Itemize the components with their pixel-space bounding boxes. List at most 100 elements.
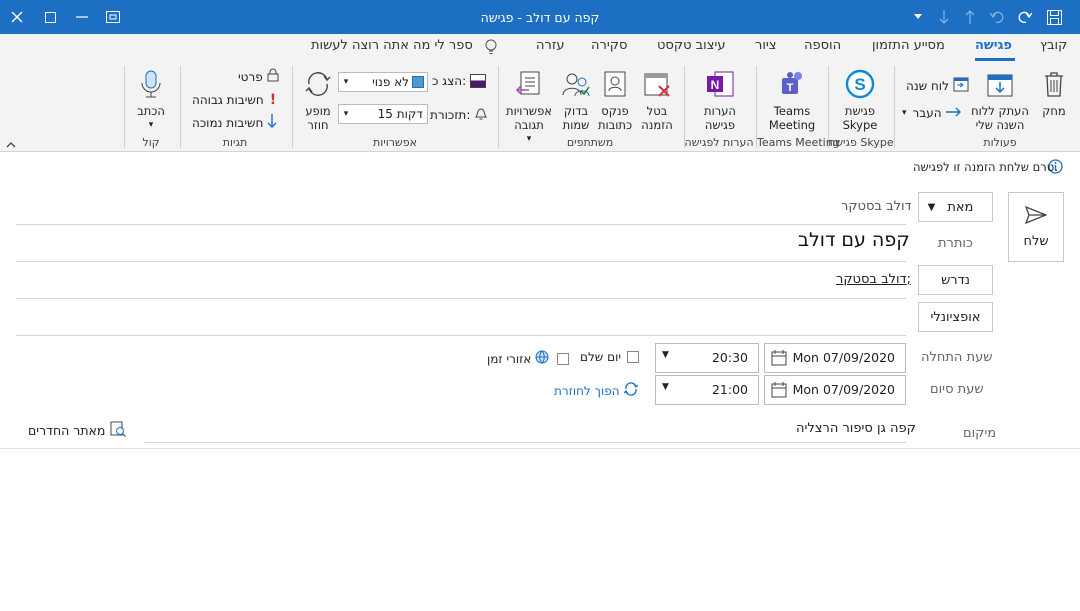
meeting-notes-button[interactable]: N הערות פגישה — [690, 66, 750, 132]
microphone-icon — [133, 66, 169, 102]
required-button[interactable]: נדרש — [918, 265, 993, 295]
make-recurring-link[interactable]: הפוך לחוזרת — [554, 382, 639, 399]
separator — [124, 66, 125, 148]
dictate-button[interactable]: הכתב ▾ — [128, 66, 174, 132]
group-teams-label: Teams Meeting — [757, 136, 840, 149]
address-book-button[interactable]: פנקס כתובות — [594, 66, 636, 132]
from-button[interactable]: ▼ מאת — [918, 192, 993, 222]
title-input[interactable]: קפה עם דולב — [798, 229, 910, 251]
group-actions-label: פעולות — [983, 136, 1017, 149]
save-icon[interactable] — [1040, 0, 1068, 34]
checkbox-icon — [557, 352, 570, 365]
high-importance-button[interactable]: חשיבות גבוהה ! — [192, 92, 276, 108]
up-arrow-icon[interactable] — [958, 0, 982, 34]
chevron-down-icon: ▼ — [662, 382, 669, 392]
maximize-button[interactable] — [34, 0, 66, 34]
tab-file[interactable]: קובץ — [1040, 38, 1067, 53]
send-icon — [1024, 205, 1048, 228]
reminder-label: תזכורת: — [430, 106, 488, 124]
skype-icon: S — [842, 66, 878, 102]
message-body[interactable] — [0, 450, 1080, 611]
qat-customize-icon[interactable] — [906, 0, 930, 34]
dropdown-icon: ▾ — [526, 134, 532, 144]
separator — [684, 66, 685, 148]
recurrence-icon — [300, 66, 336, 102]
location-input[interactable]: קפה גן סיפור הרצליה — [796, 421, 916, 436]
collapse-ribbon-icon[interactable] — [6, 138, 16, 152]
trash-icon — [1036, 66, 1072, 102]
info-message: טרם שלחת הזמנה זו לפגישה. — [913, 160, 1058, 174]
forward-button[interactable]: ▾ העבר — [902, 106, 962, 120]
calendar-icon — [771, 382, 787, 401]
address-book-icon — [597, 66, 633, 102]
send-button[interactable]: שלח — [1008, 192, 1064, 262]
minimize-button[interactable] — [66, 0, 98, 34]
group-options-label: אפשרויות — [373, 136, 417, 149]
active-tab-underline — [975, 58, 1015, 61]
chevron-down-icon: ▼ — [662, 350, 669, 360]
separator — [498, 66, 499, 148]
globe-icon — [535, 350, 549, 367]
undo-icon[interactable] — [984, 0, 1010, 34]
required-attendees[interactable]: דולב בסטקר; — [836, 272, 911, 287]
ribbon-tabs: קובץ פגישה מסייע התזמון הוספה ציור עיצוב… — [0, 34, 1080, 62]
start-date-picker[interactable]: Mon 07/09/2020 — [764, 343, 906, 373]
separator — [16, 224, 906, 225]
calendar-copy-icon — [982, 66, 1018, 102]
body-separator — [0, 448, 1080, 449]
down-arrow-icon[interactable] — [932, 0, 956, 34]
end-time-label: שעת סיום — [930, 382, 984, 397]
recurrence-button[interactable]: מופע חוזר — [298, 66, 338, 132]
close-button[interactable] — [0, 0, 34, 34]
copy-to-calendar-button[interactable]: העתק ללוח השנה שלי — [968, 66, 1032, 132]
restore-window-icon[interactable] — [98, 0, 128, 34]
end-time-picker[interactable]: ▼ 21:00 — [655, 375, 759, 405]
tab-review[interactable]: סקירה — [591, 38, 627, 53]
lock-icon — [267, 68, 279, 85]
low-importance-button[interactable]: חשיבות נמוכה — [192, 114, 277, 131]
separator — [16, 261, 906, 262]
redo-icon[interactable] — [1012, 0, 1038, 34]
tab-scheduling[interactable]: מסייע התזמון — [872, 38, 945, 53]
all-day-checkbox[interactable]: יום שלם — [580, 350, 640, 364]
start-time-picker[interactable]: ▼ 20:30 — [655, 343, 759, 373]
room-finder-button[interactable]: מאתר החדרים — [28, 421, 127, 440]
delete-button[interactable]: מחק — [1034, 66, 1074, 118]
separator — [756, 66, 757, 148]
forward-dropdown-icon: ▾ — [902, 108, 907, 118]
tab-format-text[interactable]: עיצוב טקסט — [657, 38, 725, 53]
recurrence-icon — [623, 382, 639, 399]
skype-meeting-button[interactable]: S פגישת Skype — [832, 66, 888, 132]
separator — [894, 66, 895, 148]
tab-draw[interactable]: ציור — [755, 38, 777, 53]
response-options-icon — [511, 66, 547, 102]
bell-icon — [474, 106, 488, 124]
end-date-picker[interactable]: Mon 07/09/2020 — [764, 375, 906, 405]
tab-insert[interactable]: הוספה — [804, 38, 841, 53]
response-options-button[interactable]: אפשרויות תגובה ▾ — [503, 66, 555, 146]
separator — [292, 66, 293, 148]
time-zones-button[interactable]: אזורי זמן — [487, 350, 570, 367]
teams-meeting-button[interactable]: T Teams Meeting — [760, 66, 824, 132]
tab-meeting[interactable]: פגישה — [975, 38, 1012, 53]
private-button[interactable]: פרטי — [238, 68, 279, 85]
teams-icon: T — [774, 66, 810, 102]
show-as-dropdown[interactable]: ▾ לא פנוי — [338, 72, 428, 92]
checkbox-icon — [627, 351, 640, 363]
calendar-button[interactable]: לוח שנה — [906, 76, 969, 95]
separator — [145, 442, 906, 443]
separator — [180, 66, 181, 148]
forward-arrow-icon — [945, 106, 962, 120]
tell-me-search[interactable]: ספר לי מה אתה רוצה לעשות — [311, 38, 473, 53]
check-names-button[interactable]: בדוק שמות — [556, 66, 596, 132]
down-arrow-icon — [267, 114, 277, 131]
reminder-dropdown[interactable]: ▾ 15 דקות — [338, 104, 428, 124]
svg-text:N: N — [711, 78, 720, 92]
optional-button[interactable]: אופציונלי — [918, 302, 993, 332]
chevron-down-icon: ▾ — [343, 77, 349, 87]
calendar-icon — [771, 350, 787, 369]
check-names-icon — [558, 66, 594, 102]
tab-help[interactable]: עזרה — [536, 38, 564, 53]
cancel-invitation-button[interactable]: בטל הזמנה — [636, 66, 678, 132]
group-notes-label: הערות לפגישה — [684, 136, 754, 149]
